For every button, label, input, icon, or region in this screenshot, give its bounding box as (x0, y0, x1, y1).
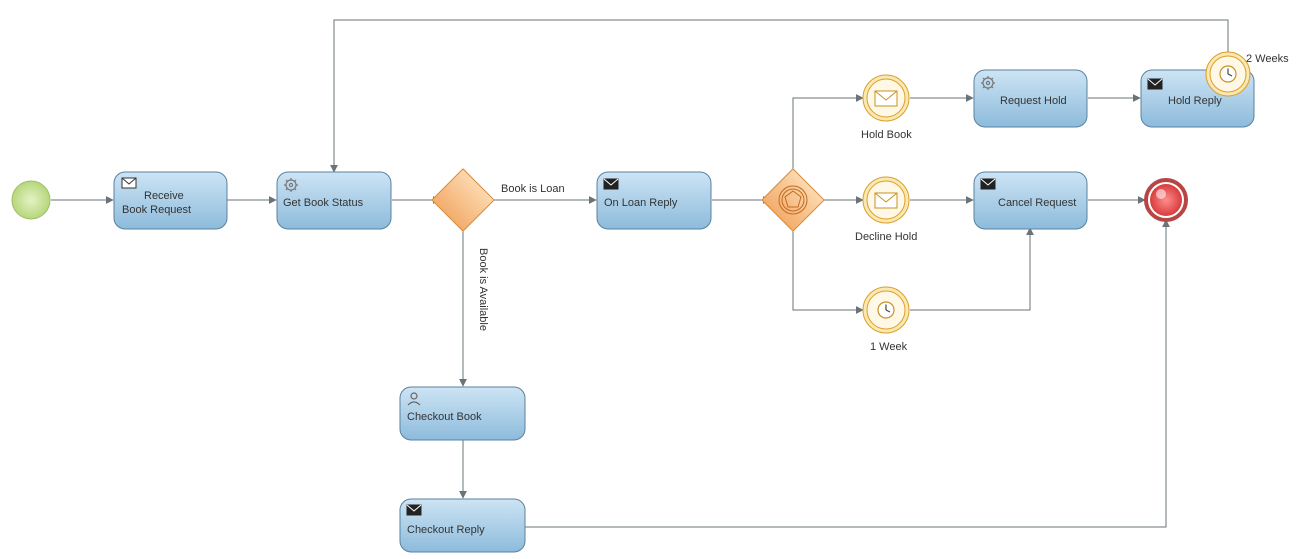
svg-text:Hold Reply: Hold Reply (1168, 95, 1222, 107)
svg-text:Checkout Reply: Checkout Reply (407, 524, 485, 536)
message-filled-icon (407, 505, 421, 515)
gateway-exclusive (432, 169, 494, 231)
task-get-book-status: Get Book Status (277, 172, 391, 229)
bpmn-diagram: Book is Loan Book is Available Receive B… (0, 0, 1298, 559)
event-one-week: 1 Week (863, 287, 909, 353)
message-filled-icon (1148, 79, 1162, 89)
gateway-event-based (762, 169, 824, 231)
event-hold-book: Hold Book (861, 75, 912, 141)
svg-text:1 Week: 1 Week (870, 341, 908, 353)
task-checkout-reply: Checkout Reply (400, 499, 525, 552)
message-filled-icon (604, 179, 618, 189)
clock-icon (878, 302, 894, 318)
svg-text:On Loan Reply: On Loan Reply (604, 197, 678, 209)
svg-text:Cancel Request: Cancel Request (998, 197, 1076, 209)
task-cancel-request: Cancel Request (974, 172, 1087, 229)
svg-text:Book Request: Book Request (122, 204, 191, 216)
envelope-icon (875, 91, 897, 106)
task-request-hold: Request Hold (974, 70, 1087, 127)
svg-text:Decline Hold: Decline Hold (855, 231, 917, 243)
flow-g2-holdbook (793, 98, 863, 177)
message-filled-icon (981, 179, 995, 189)
edge-label-available: Book is Available (477, 248, 489, 331)
flow-g2-oneweek (793, 223, 863, 310)
svg-text:Receive: Receive (144, 190, 184, 202)
flow-twoweeks-getstatus (334, 20, 1228, 172)
svg-text:2 Weeks: 2 Weeks (1246, 53, 1289, 65)
start-event (12, 181, 50, 219)
task-receive-book-request: Receive Book Request (114, 172, 227, 229)
task-on-loan-reply: On Loan Reply (597, 172, 711, 229)
svg-text:Request Hold: Request Hold (1000, 95, 1067, 107)
svg-text:Hold Book: Hold Book (861, 129, 912, 141)
svg-text:Get Book Status: Get Book Status (283, 197, 364, 209)
task-checkout-book: Checkout Book (400, 387, 525, 440)
flow-oneweek-cancel (910, 228, 1030, 310)
event-decline-hold: Decline Hold (855, 177, 917, 243)
clock-icon (1220, 66, 1236, 82)
svg-text:Checkout Book: Checkout Book (407, 411, 482, 423)
end-event (1146, 180, 1186, 220)
flow-checkoutreply-end (525, 220, 1166, 527)
message-icon (122, 178, 136, 188)
envelope-icon (875, 193, 897, 208)
edge-label-loan: Book is Loan (501, 183, 565, 195)
